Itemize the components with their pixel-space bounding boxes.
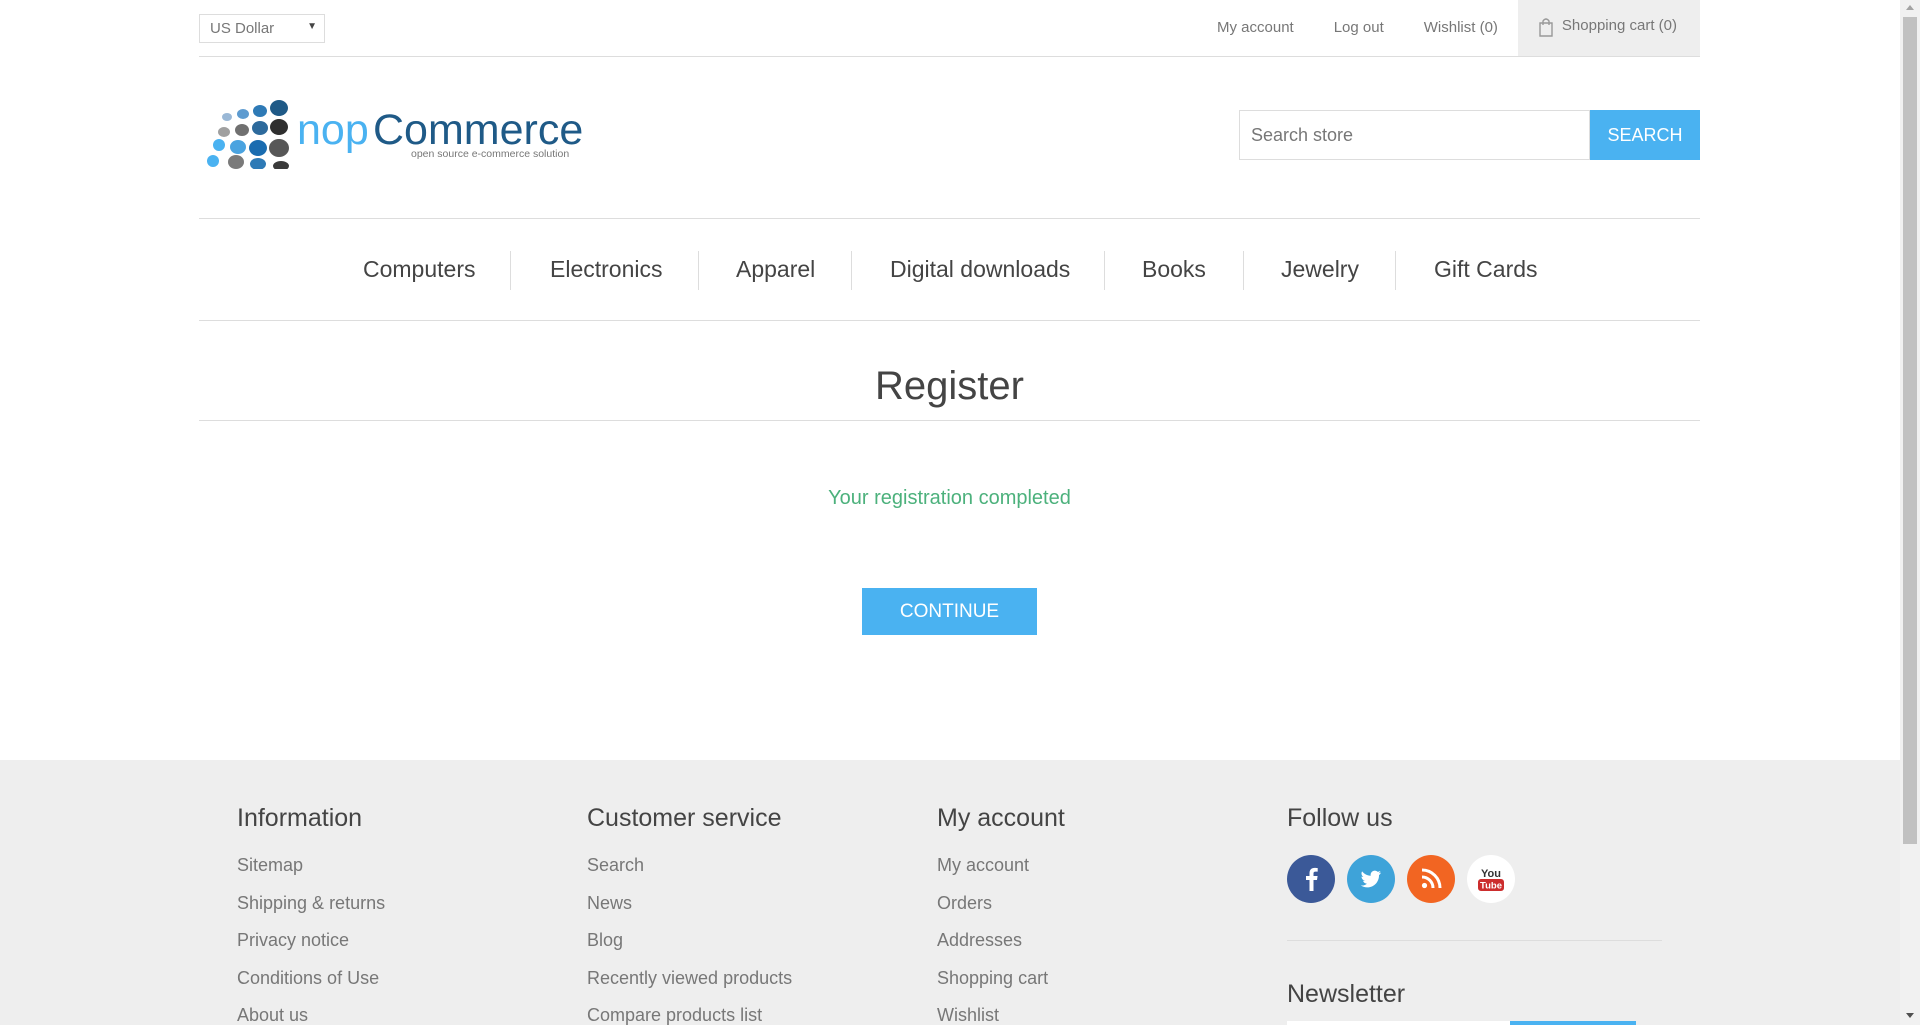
page-title: Register: [875, 364, 1024, 408]
scroll-down-arrow-icon[interactable]: [1906, 1013, 1914, 1018]
menu-item-apparel[interactable]: Apparel: [736, 256, 815, 283]
footer-link-my-account[interactable]: My account: [937, 855, 1065, 875]
menu-item-electronics[interactable]: Electronics: [550, 256, 662, 283]
page-title-container: Register: [199, 362, 1700, 421]
search-box: Search: [1239, 110, 1700, 160]
header-links-bar: US Dollar ▼ My account Log out Wishlist …: [199, 0, 1700, 57]
footer-customer-service-list: Search News Blog Recently viewed product…: [587, 855, 792, 1025]
store-logo[interactable]: nop Commerce open source e-commerce solu…: [203, 99, 585, 171]
youtube-tube-text: Tube: [1480, 881, 1502, 892]
newsletter-subscribe-button[interactable]: [1510, 1021, 1636, 1025]
vertical-scrollbar[interactable]: [1900, 0, 1920, 1025]
footer-link-blog[interactable]: Blog: [587, 930, 792, 950]
my-account-link[interactable]: My account: [1197, 0, 1314, 56]
shopping-cart-link[interactable]: Shopping cart (0): [1517, 0, 1700, 56]
header-links: My account Log out Wishlist (0) Shopping…: [1197, 0, 1700, 56]
footer-link-sitemap[interactable]: Sitemap: [237, 855, 385, 875]
currency-selected-value: US Dollar: [210, 20, 275, 37]
scroll-up-arrow-icon[interactable]: [1906, 5, 1914, 10]
footer-link-recently-viewed[interactable]: Recently viewed products: [587, 968, 792, 988]
menu-divider: [510, 251, 511, 290]
footer-link-about-us[interactable]: About us: [237, 1005, 385, 1025]
menu-divider: [851, 251, 852, 290]
footer-link-conditions-of-use[interactable]: Conditions of Use: [237, 968, 385, 988]
registration-result-message: Your registration completed: [828, 487, 1071, 509]
top-menu: Computers Electronics Apparel Digital do…: [199, 218, 1700, 321]
menu-item-books[interactable]: Books: [1142, 256, 1206, 283]
chevron-down-icon: ▼: [307, 21, 317, 32]
shopping-cart-label: Shopping cart (0): [1561, 17, 1677, 34]
footer-link-privacy-notice[interactable]: Privacy notice: [237, 930, 385, 950]
footer-information: Information Sitemap Shipping & returns P…: [237, 803, 385, 1025]
footer-my-account: My account My account Orders Addresses S…: [937, 803, 1065, 1025]
footer-link-orders[interactable]: Orders: [937, 893, 1065, 913]
log-out-link[interactable]: Log out: [1314, 0, 1404, 56]
menu-divider: [1243, 251, 1244, 290]
social-links: You Tube: [1287, 855, 1662, 903]
logo-brand-commerce: Commerce: [373, 106, 583, 154]
logo-brand-nop: nop: [297, 106, 369, 154]
footer-link-shipping-returns[interactable]: Shipping & returns: [237, 893, 385, 913]
rss-icon[interactable]: [1407, 855, 1455, 903]
footer-link-news[interactable]: News: [587, 893, 792, 913]
menu-item-digital-downloads[interactable]: Digital downloads: [890, 256, 1070, 283]
menu-item-computers[interactable]: Computers: [363, 256, 475, 283]
search-button[interactable]: Search: [1590, 110, 1700, 160]
footer-customer-service: Customer service Search News Blog Recent…: [587, 803, 792, 1025]
facebook-icon[interactable]: [1287, 855, 1335, 903]
footer-my-account-title: My account: [937, 804, 1065, 832]
footer-link-shopping-cart[interactable]: Shopping cart: [937, 968, 1065, 988]
menu-divider: [1104, 251, 1105, 290]
footer-follow-us: Follow us You Tube Newsletter: [1287, 803, 1662, 1009]
menu-item-jewelry[interactable]: Jewelry: [1281, 256, 1359, 283]
currency-selector[interactable]: US Dollar ▼: [199, 14, 325, 43]
top-menu-items: Computers Electronics Apparel Digital do…: [199, 219, 1700, 320]
footer-my-account-list: My account Orders Addresses Shopping car…: [937, 855, 1065, 1025]
menu-item-gift-cards[interactable]: Gift Cards: [1434, 256, 1538, 283]
menu-divider: [1395, 251, 1396, 290]
logo-tagline: open source e-commerce solution: [411, 148, 569, 160]
search-input[interactable]: [1239, 110, 1590, 160]
menu-divider: [698, 251, 699, 290]
page: US Dollar ▼ My account Log out Wishlist …: [0, 0, 1900, 1025]
newsletter-email-input[interactable]: [1287, 1021, 1510, 1025]
footer-follow-us-title: Follow us: [1287, 804, 1393, 832]
footer-information-title: Information: [237, 804, 363, 832]
twitter-icon[interactable]: [1347, 855, 1395, 903]
footer-information-list: Sitemap Shipping & returns Privacy notic…: [237, 855, 385, 1025]
footer-link-compare-products[interactable]: Compare products list: [587, 1005, 792, 1025]
footer-link-addresses[interactable]: Addresses: [937, 930, 1065, 950]
youtube-you-text: You: [1481, 868, 1501, 880]
scrollbar-thumb[interactable]: [1903, 17, 1917, 844]
wishlist-link[interactable]: Wishlist (0): [1404, 0, 1518, 56]
footer: Information Sitemap Shipping & returns P…: [0, 760, 1900, 1025]
shopping-bag-icon: [1538, 17, 1554, 37]
footer-link-search[interactable]: Search: [587, 855, 792, 875]
footer-divider: [1287, 940, 1662, 941]
newsletter-title: Newsletter: [1287, 980, 1406, 1008]
footer-link-wishlist[interactable]: Wishlist: [937, 1005, 1065, 1025]
continue-button[interactable]: Continue: [862, 588, 1037, 635]
youtube-icon[interactable]: You Tube: [1467, 855, 1515, 903]
footer-customer-service-title: Customer service: [587, 804, 782, 832]
